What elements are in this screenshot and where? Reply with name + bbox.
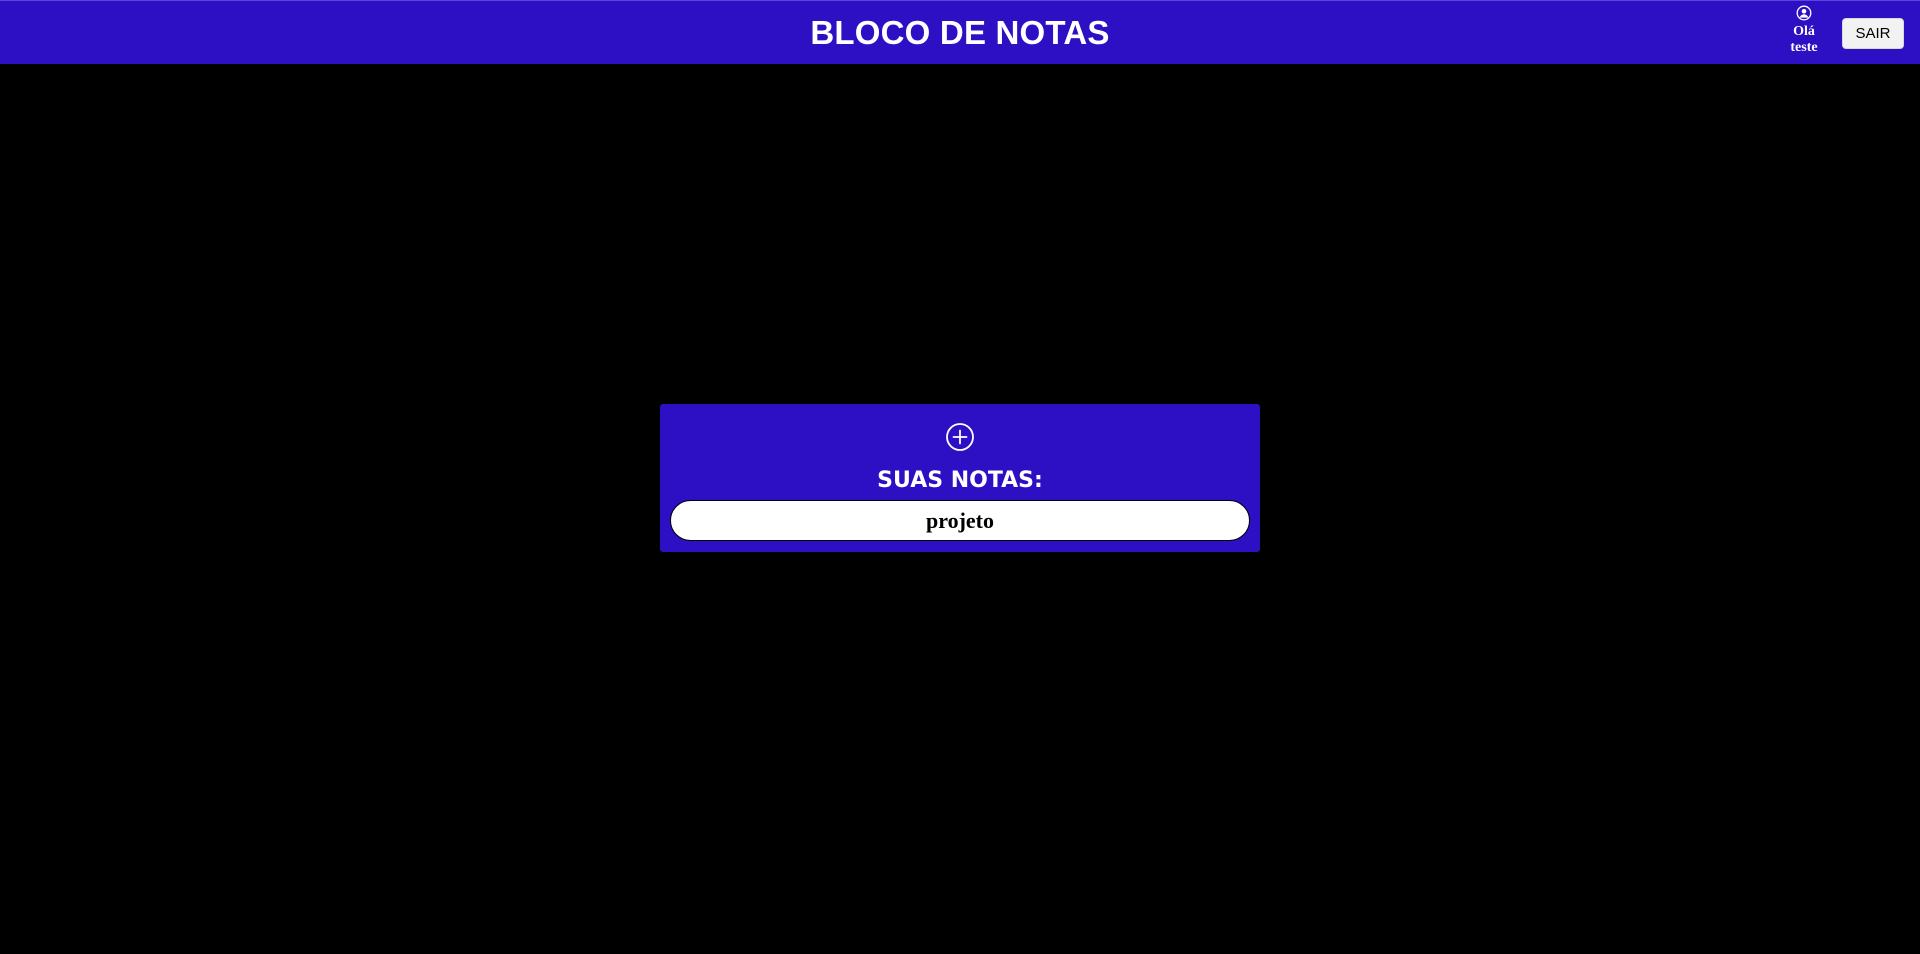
- logout-button[interactable]: SAIR: [1842, 18, 1904, 49]
- app-title: BLOCO DE NOTAS: [810, 14, 1110, 51]
- notes-heading: SUAS NOTAS:: [877, 468, 1043, 493]
- user-circle-icon: [1796, 5, 1812, 21]
- add-note-button[interactable]: [945, 422, 975, 452]
- notes-panel: SUAS NOTAS: projeto: [660, 404, 1260, 552]
- note-item[interactable]: projeto: [670, 500, 1250, 541]
- user-greeting: Olá teste: [1776, 5, 1832, 55]
- plus-circle-icon: [946, 423, 974, 451]
- greeting-text: Olá: [1793, 24, 1815, 39]
- user-name: teste: [1790, 40, 1818, 55]
- top-bar: BLOCO DE NOTAS Olá teste SAIR: [0, 0, 1920, 64]
